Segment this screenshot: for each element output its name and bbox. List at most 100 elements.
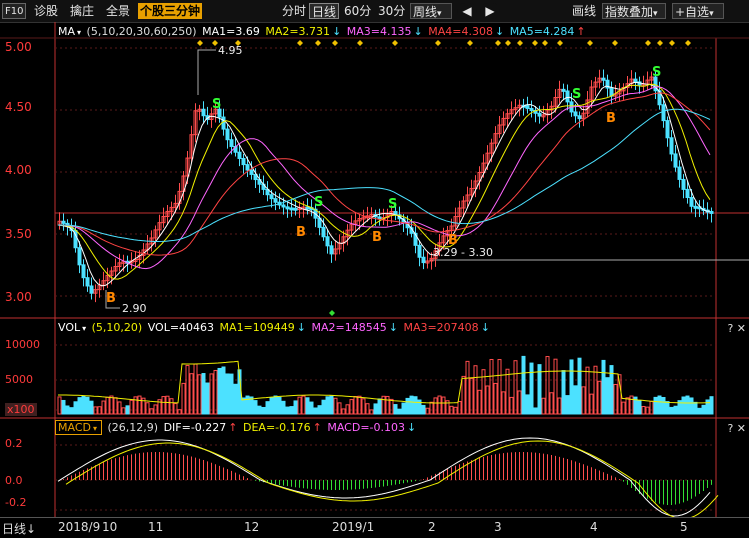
vol-panel-tools[interactable]: ? ✕ [727,322,746,335]
volume-bar [701,404,706,415]
volume-bar [333,397,338,415]
f10-button[interactable]: F10 [2,3,26,19]
candle [305,206,310,210]
candle [249,169,254,175]
sell-signal-icon: S [212,97,221,112]
date-label: 2018/9 [58,520,101,534]
volume-bar [113,397,118,415]
down-arrow-icon: ↓ [332,25,342,38]
candle [293,207,298,211]
signal-diamond-icon [532,40,538,46]
macd-tick-0-2: 0.2 [5,437,23,450]
volume-bar [213,369,218,415]
price-tick-3-50: 3.50 [5,227,32,241]
axis-mode-dropdown[interactable]: 日线↓ [2,520,36,537]
volume-bar [401,402,406,415]
volume-bar [245,395,250,415]
volume-bar [497,359,502,415]
tab-timeshare[interactable]: 分时 [280,3,308,19]
volume-bar [693,401,698,415]
favorites-dropdown[interactable]: +自选▾ [672,3,724,19]
macd-value: MACD=-0.103 [327,421,406,434]
vol-indicator-name[interactable]: VOL [58,321,80,334]
volume-bar [233,383,238,415]
volume-bar [57,396,62,415]
signal-diamond-icon [495,40,501,46]
volume-bar [477,389,482,415]
volume-bar [381,395,386,415]
volume-bar [297,396,302,415]
overlay-dropdown[interactable]: 指数叠加▾ [602,3,666,19]
volume-bar [485,385,490,415]
date-label: 12 [244,520,260,534]
candle [61,220,66,224]
draw-line-button[interactable]: 画线 [570,3,598,19]
volume-bar [169,398,174,415]
tab-60min[interactable]: 60分 [342,3,373,19]
buy-signal-icon: B [606,111,616,126]
volume-bar [581,386,586,415]
tab-daily[interactable]: 日线 [309,3,340,19]
volume-bar [73,401,78,415]
three-minute-button[interactable]: 个股三分钟 [138,3,203,19]
signal-diamond-icon [197,40,203,46]
down-arrow-icon: ↓ [407,421,417,434]
candle [673,153,678,168]
volume-bar [345,404,350,415]
volume-bar [277,396,282,415]
volume-bar [341,408,346,415]
volume-bar [553,358,558,415]
candle [633,78,638,83]
chevron-down-icon: ▾ [653,9,658,19]
macd-panel-tools[interactable]: ? ✕ [727,422,746,435]
macd-indicator-dropdown[interactable]: MACD ▾ [55,420,102,435]
volume-bar [137,395,142,415]
diagnose-button[interactable]: 诊股 [32,3,60,19]
low-price-annotation: 2.90 [122,302,147,315]
candlestick-chart[interactable]: BB B BBSS SSS [0,22,749,517]
volume-bar [625,397,630,415]
volume-bar [469,377,474,415]
volume-bar [229,373,234,415]
candle [677,166,682,180]
volume-bar [457,401,462,415]
volume-bar [61,399,66,415]
volume-bar [529,362,534,415]
tab-30min[interactable]: 30分 [376,3,407,19]
candle [221,116,226,130]
volume-bar [409,395,414,415]
up-arrow-icon: ↑ [312,421,322,434]
volume-bar [453,406,458,415]
volume-bar [253,400,258,415]
volume-bar [109,395,114,415]
ma-indicator-name[interactable]: MA [58,25,75,38]
signal-diamond-icon [669,40,675,46]
volume-bar [201,373,206,415]
candle [577,115,582,120]
volume-bar [629,395,634,415]
seat-button[interactable]: 擒庄 [68,3,96,19]
period-dropdown[interactable]: 周线▾ [410,3,452,19]
fullscreen-button[interactable]: 全景 [104,3,132,19]
high-price-leader [197,49,216,95]
next-button[interactable]: ▶ [480,3,500,19]
chevron-down-icon: ▾ [437,9,442,19]
volume-bar [241,397,246,415]
volume-bar [321,399,326,415]
volume-bar [393,404,398,415]
candle [321,226,326,238]
signal-diamond-icon [467,40,473,46]
candle [245,164,250,171]
high-price-annotation: 4.95 [218,44,243,57]
prev-button[interactable]: ◀ [457,3,477,19]
ma1-value: MA1=3.69 [202,25,260,38]
candle [229,139,234,147]
volume-bar [533,407,538,415]
candle [225,128,230,141]
volume-bar [709,396,714,415]
volume-bar [265,401,270,415]
volume-bar [413,396,418,415]
candle [237,151,242,159]
volume-bar [657,395,662,415]
up-arrow-icon: ↑ [228,421,238,434]
